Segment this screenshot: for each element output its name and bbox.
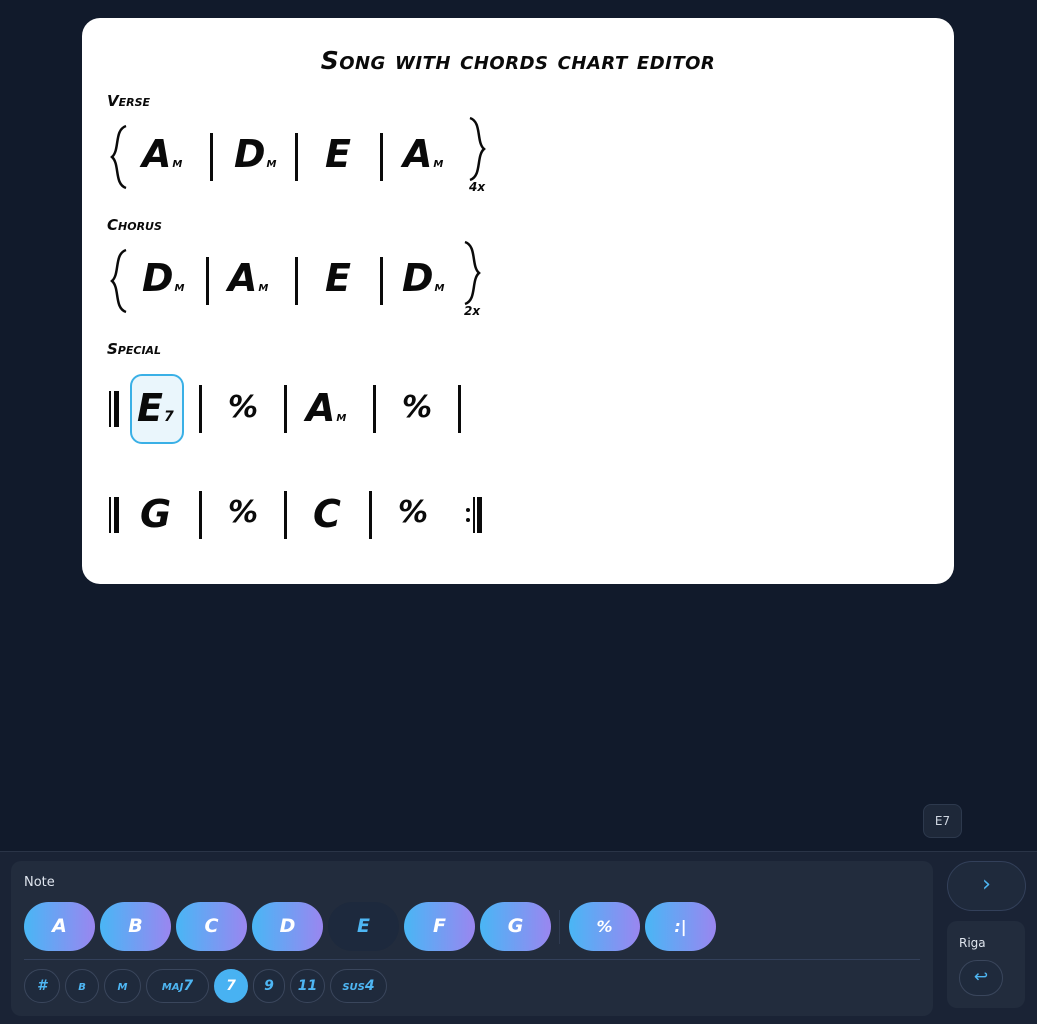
- barline: [295, 133, 298, 181]
- barline: [458, 385, 461, 433]
- chord-cell[interactable]: Am: [403, 132, 443, 176]
- barline: [284, 385, 287, 433]
- note-panel-title: Note: [24, 875, 55, 890]
- note-key-a[interactable]: A: [24, 902, 95, 951]
- start-barline: [109, 391, 121, 427]
- modifier-maj7[interactable]: maj7: [146, 969, 209, 1003]
- modifier-11[interactable]: 11: [290, 969, 325, 1003]
- chord-cell[interactable]: C: [313, 492, 342, 536]
- barline: [295, 257, 298, 305]
- note-key-f[interactable]: F: [404, 902, 475, 951]
- chord-cell[interactable]: E7: [137, 386, 174, 430]
- barline: [373, 385, 376, 433]
- return-arrow-icon: ↩: [973, 967, 989, 987]
- chord-cell[interactable]: Am: [306, 386, 346, 430]
- key-divider: [559, 910, 560, 944]
- page-title: Song with chords chart editor: [320, 46, 716, 75]
- chord-cell[interactable]: Am: [228, 256, 268, 300]
- modifier-sharp[interactable]: #: [24, 969, 60, 1003]
- note-key-b[interactable]: B: [100, 902, 171, 951]
- end-repeat-barline: [466, 497, 484, 533]
- modifier-7[interactable]: 7: [214, 969, 248, 1003]
- repeat-measure-symbol[interactable]: %: [228, 495, 258, 530]
- barline: [284, 491, 287, 539]
- barline: [199, 385, 202, 433]
- new-row-button[interactable]: ↩: [959, 960, 1003, 996]
- chord-cell[interactable]: E: [325, 132, 352, 176]
- note-key-e[interactable]: E: [328, 902, 399, 951]
- closing-brace-icon: [469, 116, 486, 182]
- repeat-measure-symbol[interactable]: %: [228, 390, 258, 425]
- modifier-flat[interactable]: b: [65, 969, 99, 1003]
- repeat-count: 2x: [464, 304, 481, 318]
- chord-cell[interactable]: E: [325, 256, 352, 300]
- current-chord-badge: E7: [923, 804, 962, 838]
- chord-cell[interactable]: G: [140, 492, 172, 536]
- modifier-minor[interactable]: m: [104, 969, 141, 1003]
- opening-brace-icon: [110, 124, 127, 190]
- note-key-c[interactable]: C: [176, 902, 247, 951]
- chord-cell[interactable]: Dm: [234, 132, 277, 176]
- barline: [199, 491, 202, 539]
- section-label-special: Special: [107, 340, 162, 358]
- chord-cell[interactable]: Am: [142, 132, 182, 176]
- modifier-sus4[interactable]: sus4: [330, 969, 387, 1003]
- repeat-measure-symbol[interactable]: %: [402, 390, 432, 425]
- modifier-9[interactable]: 9: [253, 969, 285, 1003]
- note-key-g[interactable]: G: [480, 902, 551, 951]
- next-button[interactable]: ›: [947, 861, 1026, 911]
- note-key-d[interactable]: D: [252, 902, 323, 951]
- section-label-verse: Verse: [107, 92, 151, 110]
- row-panel-title: Riga: [959, 936, 986, 950]
- end-repeat-key[interactable]: :|: [645, 902, 716, 951]
- chord-cell[interactable]: Dm: [142, 256, 185, 300]
- row-divider: [24, 959, 920, 960]
- repeat-measure-key[interactable]: %: [569, 902, 640, 951]
- repeat-measure-symbol[interactable]: %: [398, 495, 428, 530]
- start-barline: [109, 497, 121, 533]
- barline: [210, 133, 213, 181]
- barline: [206, 257, 209, 305]
- section-label-chorus: Chorus: [107, 216, 162, 234]
- closing-brace-icon: [464, 240, 481, 306]
- barline: [380, 133, 383, 181]
- chart-card: Song with chords chart editor Verse Am D…: [82, 18, 954, 584]
- chevron-right-icon: ›: [982, 872, 991, 897]
- barline: [369, 491, 372, 539]
- barline: [380, 257, 383, 305]
- opening-brace-icon: [110, 248, 127, 314]
- repeat-count: 4x: [469, 180, 486, 194]
- chord-cell[interactable]: Dm: [402, 256, 445, 300]
